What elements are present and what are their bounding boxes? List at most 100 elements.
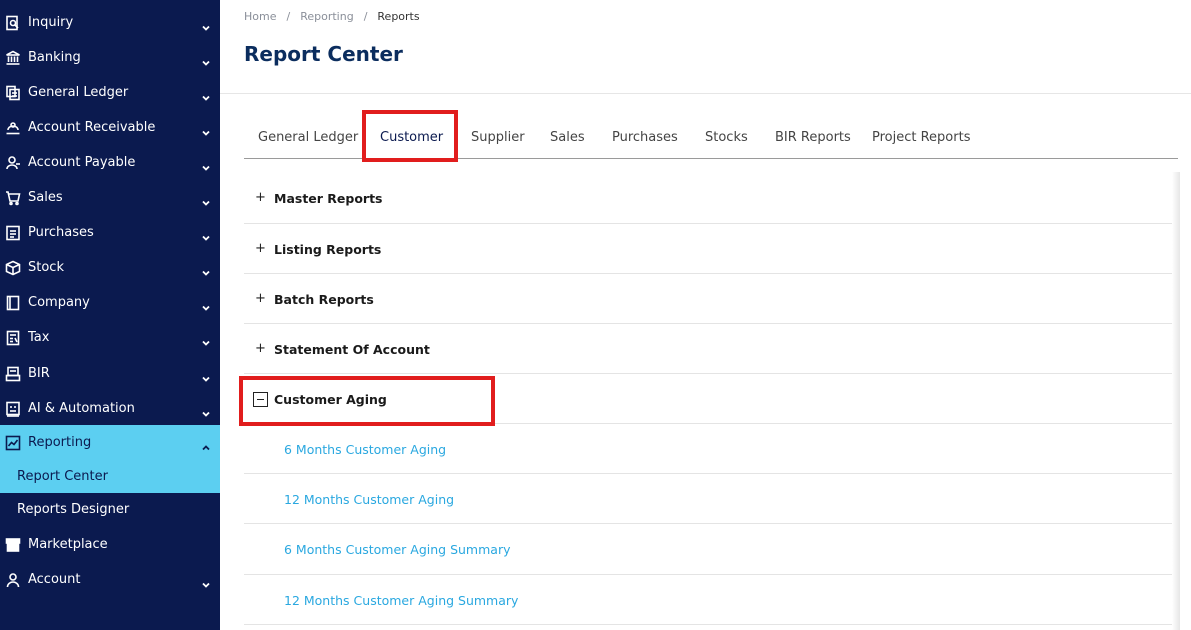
sidebar-item-label: Stock — [28, 260, 64, 275]
sidebar-item-inquiry[interactable]: Inquiry — [0, 5, 220, 40]
chevron-down-icon[interactable] — [201, 404, 211, 417]
chevron-up-icon[interactable] — [201, 438, 211, 450]
inquiry-icon — [4, 14, 22, 32]
tab-project-reports[interactable]: Project Reports — [872, 130, 970, 145]
report-link-12-months-customer-aging[interactable]: 12 Months Customer Aging — [284, 492, 454, 507]
payable-icon — [4, 154, 22, 172]
user-icon — [4, 571, 22, 589]
report-link-12-months-customer-aging-summary[interactable]: 12 Months Customer Aging Summary — [284, 593, 518, 608]
automation-icon — [4, 400, 22, 418]
customer-tab-highlight — [362, 110, 458, 162]
sidebar-item-general-ledger[interactable]: General Ledger — [0, 75, 220, 110]
section-master-reports[interactable]: + Master Reports — [244, 172, 1178, 224]
sidebar-subitem-label: Report Center — [17, 469, 108, 484]
sidebar-item-ai-automation[interactable]: AI & Automation — [0, 391, 220, 426]
company-icon — [4, 294, 22, 312]
tab-bir-reports[interactable]: BIR Reports — [775, 130, 851, 145]
panel-edge-shadow — [1172, 172, 1180, 630]
report-link-row: 12 Months Customer Aging Summary — [244, 575, 1178, 625]
tax-icon — [4, 329, 22, 347]
sidebar-item-account-payable[interactable]: Account Payable — [0, 145, 220, 180]
chart-icon — [4, 434, 22, 452]
report-link-row: 6 Months Customer Aging — [244, 424, 1178, 474]
sidebar-item-stock[interactable]: Stock — [0, 250, 220, 285]
sidebar-item-account[interactable]: Account — [0, 562, 220, 597]
sidebar-item-label: BIR — [28, 366, 50, 381]
sidebar-item-marketplace[interactable]: Marketplace — [0, 527, 220, 562]
breadcrumb-reporting-link[interactable]: Reporting — [300, 10, 353, 23]
chevron-down-icon[interactable] — [201, 575, 211, 588]
box-icon — [4, 259, 22, 277]
sidebar-item-label: Banking — [28, 50, 81, 65]
sidebar-item-label: Tax — [28, 330, 50, 345]
sidebar-item-label: Account — [28, 572, 81, 587]
sidebar-item-account-receivable[interactable]: Account Receivable — [0, 110, 220, 145]
report-link-6-months-customer-aging[interactable]: 6 Months Customer Aging — [284, 442, 446, 457]
section-title: Listing Reports — [274, 242, 382, 257]
sidebar: Inquiry Banking General Ledger Account R… — [0, 0, 220, 630]
section-title: Master Reports — [274, 191, 383, 206]
sidebar-item-tax[interactable]: Tax — [0, 320, 220, 355]
header-divider — [220, 93, 1191, 94]
chevron-down-icon[interactable] — [201, 123, 211, 136]
section-title: Statement Of Account — [274, 342, 430, 357]
sidebar-item-label: Company — [28, 295, 90, 310]
breadcrumb-separator: / — [363, 10, 368, 23]
purchases-icon — [4, 224, 22, 242]
sidebar-item-company[interactable]: Company — [0, 285, 220, 320]
sidebar-item-label: Marketplace — [28, 537, 108, 552]
cart-icon — [4, 189, 22, 207]
section-statement-of-account[interactable]: + Statement Of Account — [244, 324, 1178, 374]
section-listing-reports[interactable]: + Listing Reports — [244, 224, 1178, 274]
sidebar-item-reporting[interactable]: Reporting — [0, 425, 220, 460]
breadcrumb: Home / Reporting / Reports — [244, 10, 420, 23]
sidebar-subitem-report-center[interactable]: Report Center — [0, 460, 220, 493]
chevron-down-icon[interactable] — [201, 228, 211, 241]
section-title: Batch Reports — [274, 292, 374, 307]
chevron-down-icon[interactable] — [201, 193, 211, 206]
ledger-icon — [4, 84, 22, 102]
report-link-row: 6 Months Customer Aging Summary — [244, 524, 1178, 575]
page-title: Report Center — [244, 42, 403, 66]
breadcrumb-separator: / — [286, 10, 291, 23]
chevron-down-icon[interactable] — [201, 333, 211, 346]
tab-stocks[interactable]: Stocks — [705, 130, 748, 145]
bank-icon — [4, 49, 22, 67]
chevron-down-icon[interactable] — [201, 158, 211, 171]
sidebar-item-label: Reporting — [28, 435, 92, 450]
chevron-down-icon[interactable] — [201, 263, 211, 276]
receivable-icon — [4, 119, 22, 137]
sidebar-item-label: AI & Automation — [28, 401, 135, 416]
chevron-down-icon[interactable] — [201, 53, 211, 66]
sidebar-subitem-reports-designer[interactable]: Reports Designer — [0, 493, 220, 526]
report-link-6-months-customer-aging-summary[interactable]: 6 Months Customer Aging Summary — [284, 542, 510, 557]
sidebar-item-label: Purchases — [28, 225, 94, 240]
expand-icon[interactable]: + — [255, 341, 266, 356]
tab-supplier[interactable]: Supplier — [471, 130, 525, 145]
tab-sales[interactable]: Sales — [550, 130, 585, 145]
expand-icon[interactable]: + — [255, 291, 266, 306]
sidebar-item-label: Sales — [28, 190, 63, 205]
sidebar-item-label: Account Receivable — [28, 120, 156, 135]
chevron-down-icon[interactable] — [201, 369, 211, 382]
section-batch-reports[interactable]: + Batch Reports — [244, 274, 1178, 324]
sidebar-item-label: General Ledger — [28, 85, 129, 100]
breadcrumb-current: Reports — [377, 10, 420, 23]
sidebar-item-banking[interactable]: Banking — [0, 40, 220, 75]
breadcrumb-home-link[interactable]: Home — [244, 10, 276, 23]
sidebar-item-purchases[interactable]: Purchases — [0, 215, 220, 250]
expand-icon[interactable]: + — [255, 241, 266, 256]
report-link-row: 12 Months Customer Aging — [244, 474, 1178, 524]
chevron-down-icon[interactable] — [201, 88, 211, 101]
expand-icon[interactable]: + — [255, 190, 266, 205]
chevron-down-icon[interactable] — [201, 18, 211, 31]
tab-general-ledger[interactable]: General Ledger — [258, 130, 358, 145]
bir-icon — [4, 365, 22, 383]
sidebar-subitem-label: Reports Designer — [17, 502, 130, 517]
customer-aging-highlight — [239, 376, 495, 426]
sidebar-item-bir[interactable]: BIR — [0, 356, 220, 391]
sidebar-item-sales[interactable]: Sales — [0, 180, 220, 215]
store-icon — [4, 536, 22, 554]
chevron-down-icon[interactable] — [201, 298, 211, 311]
tab-purchases[interactable]: Purchases — [612, 130, 678, 145]
